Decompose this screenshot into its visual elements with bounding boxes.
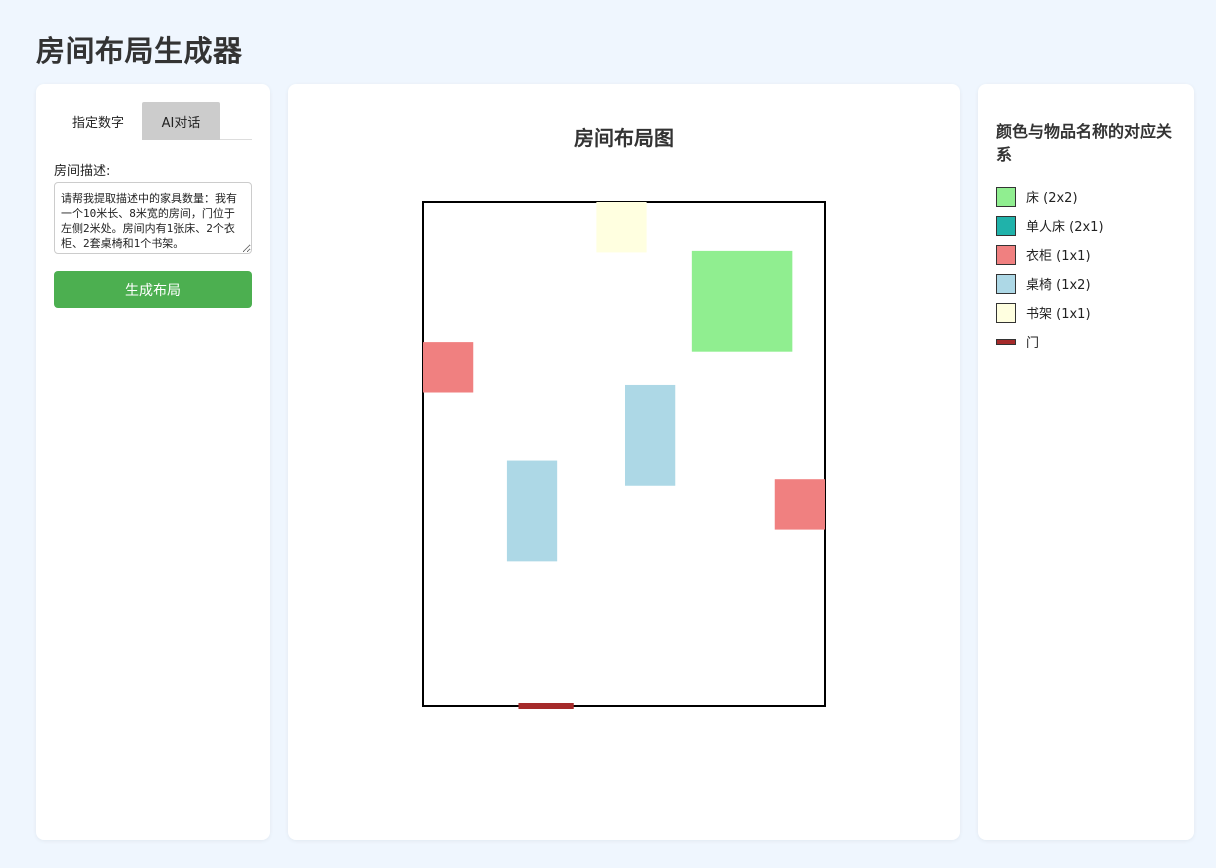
layout-panel: 房间布局图: [288, 84, 960, 840]
legend-panel: 颜色与物品名称的对应关系 床 (2x2) 单人床 (2x1) 衣柜 (1x1) …: [978, 84, 1194, 840]
legend-swatch-wardrobe: [996, 244, 1016, 265]
tab-ai-chat[interactable]: AI对话: [142, 102, 221, 140]
app-title: 房间布局生成器: [36, 34, 243, 68]
legend-list: 床 (2x2) 单人床 (2x1) 衣柜 (1x1) 桌椅 (1x2) 书架 (…: [996, 182, 1104, 356]
legend-label-single-bed: 单人床 (2x1): [1026, 220, 1104, 235]
furniture-wardrobe: [423, 342, 474, 393]
generate-layout-button[interactable]: 生成布局: [54, 271, 252, 308]
legend-swatch-door: [996, 338, 1016, 345]
legend-label-bed: 床 (2x2): [1026, 191, 1078, 206]
legend-item-bed: 床 (2x2): [996, 182, 1104, 211]
legend-item-bookshelf: 书架 (1x1): [996, 298, 1104, 327]
legend-label-bookshelf: 书架 (1x1): [1026, 307, 1091, 322]
door-marker: [518, 703, 574, 709]
legend-item-wardrobe: 衣柜 (1x1): [996, 240, 1104, 269]
room-description-input[interactable]: [54, 182, 252, 254]
room-layout-canvas: [422, 201, 826, 709]
legend-swatch-bed: [996, 186, 1016, 207]
tab-specify-numbers[interactable]: 指定数字: [54, 102, 143, 140]
legend-swatch-bookshelf: [996, 302, 1016, 323]
legend-label-door: 门: [1026, 336, 1040, 351]
legend-item-door: 门: [996, 327, 1104, 356]
legend-item-desk: 桌椅 (1x2): [996, 269, 1104, 298]
control-panel: 指定数字 AI对话 房间描述: 生成布局: [36, 84, 270, 840]
legend-item-single-bed: 单人床 (2x1): [996, 211, 1104, 240]
furniture-bookshelf: [596, 202, 647, 253]
legend-label-wardrobe: 衣柜 (1x1): [1026, 249, 1091, 264]
room-description-label: 房间描述:: [54, 164, 111, 179]
furniture-bed: [691, 250, 793, 352]
furniture-desk: [506, 460, 558, 562]
furniture-desk: [625, 384, 676, 486]
legend-title: 颜色与物品名称的对应关系: [996, 122, 1173, 164]
legend-label-desk: 桌椅 (1x2): [1026, 278, 1091, 293]
tab-bar: 指定数字 AI对话: [54, 102, 252, 140]
legend-swatch-desk: [996, 273, 1016, 294]
furniture-wardrobe: [774, 479, 825, 530]
legend-swatch-single-bed: [996, 215, 1016, 236]
